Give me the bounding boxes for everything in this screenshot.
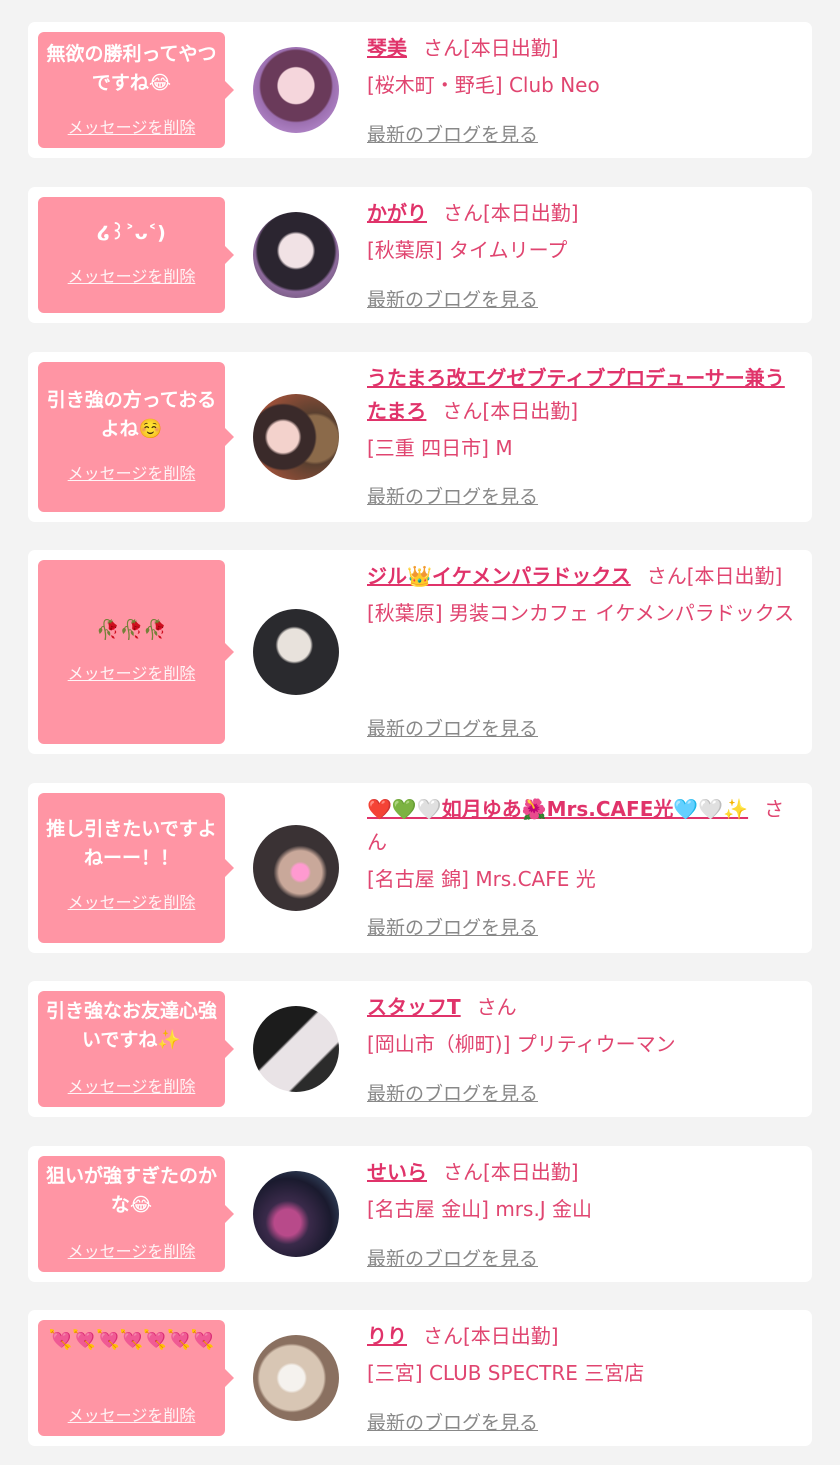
blog-link[interactable]: 最新のブログを見る [367, 285, 538, 312]
delete-message-link[interactable]: メッセージを削除 [38, 1238, 225, 1262]
shop-label: [三宮] CLUB SPECTRE 三宮店 [367, 1361, 645, 1385]
avatar[interactable] [253, 1006, 339, 1092]
cast-name-link[interactable]: スタッフT [367, 995, 461, 1019]
message-bubble: 💘💘💘💘💘💘💘 メッセージを削除 [38, 1320, 234, 1436]
delete-message-link[interactable]: メッセージを削除 [38, 114, 225, 138]
message-text: 推し引きたいですよねーー！！ [46, 818, 217, 869]
cast-info: せいら さん[本日出勤] [名古屋 金山] mrs.J 金山 [367, 1156, 798, 1226]
message-bubble: ໒꒱˃ᴗ˂) メッセージを削除 [38, 197, 234, 313]
cast-name-link[interactable]: ジル👑イケメンパラドックス [367, 564, 631, 588]
avatar[interactable] [253, 1171, 339, 1257]
cast-info: ❤️💚🤍如月ゆあ🌺Mrs.CAFE光🩵🤍✨ さん [名古屋 錦] Mrs.CAFE… [367, 793, 798, 896]
cast-status: さん [476, 995, 517, 1019]
shop-label: [名古屋 錦] Mrs.CAFE 光 [367, 867, 596, 891]
avatar[interactable] [253, 609, 339, 695]
blog-link[interactable]: 最新のブログを見る [367, 1408, 538, 1435]
message-card: 狙いが強すぎたのかな😂 メッセージを削除 せいら さん[本日出勤] [名古屋 金山… [28, 1146, 812, 1282]
message-bubble: 狙いが強すぎたのかな😂 メッセージを削除 [38, 1156, 234, 1272]
avatar[interactable] [253, 1335, 339, 1421]
shop-label: [岡山市（柳町)] プリティウーマン [367, 1032, 676, 1056]
message-card: 無欲の勝利ってやつですね😂 メッセージを削除 琴美 さん[本日出勤] [桜木町・野… [28, 22, 812, 158]
cast-info: 琴美 さん[本日出勤] [桜木町・野毛] Club Neo [367, 32, 798, 102]
cast-status: さん[本日出勤] [442, 399, 579, 423]
blog-link[interactable]: 最新のブログを見る [367, 913, 538, 940]
message-card: 💘💘💘💘💘💘💘 メッセージを削除 りり さん[本日出勤] [三宮] CLUB SP… [28, 1310, 812, 1446]
cast-status: さん[本日出勤] [443, 1160, 579, 1184]
message-text: 💘💘💘💘💘💘💘 [48, 1329, 215, 1351]
cast-status: さん[本日出勤] [423, 36, 559, 60]
delete-message-link[interactable]: メッセージを削除 [38, 1073, 225, 1097]
avatar[interactable] [253, 212, 339, 298]
message-bubble: 無欲の勝利ってやつですね😂 メッセージを削除 [38, 32, 234, 148]
cast-status: さん[本日出勤] [443, 201, 579, 225]
cast-name-link[interactable]: かがり [367, 201, 427, 225]
avatar[interactable] [253, 394, 339, 480]
message-card: 引き強の方っておるよね☺️ メッセージを削除 うたまろ改エグゼブティブプロデュー… [28, 352, 812, 522]
shop-label: [三重 四日市] M [367, 436, 513, 460]
shop-label: [秋葉原] タイムリープ [367, 238, 568, 262]
shop-label: [名古屋 金山] mrs.J 金山 [367, 1197, 593, 1221]
message-card: 推し引きたいですよねーー！！ メッセージを削除 ❤️💚🤍如月ゆあ🌺Mrs.CAF… [28, 783, 812, 953]
blog-link[interactable]: 最新のブログを見る [367, 482, 538, 509]
blog-link[interactable]: 最新のブログを見る [367, 1079, 538, 1106]
message-card: ໒꒱˃ᴗ˂) メッセージを削除 かがり さん[本日出勤] [秋葉原] タイムリープ… [28, 187, 812, 323]
cast-info: うたまろ改エグゼブティブプロデューサー兼うたまろ さん[本日出勤] [三重 四日市… [367, 362, 798, 465]
blog-link[interactable]: 最新のブログを見る [367, 714, 538, 741]
message-card: 🥀🥀🥀 メッセージを削除 ジル👑イケメンパラドックス さん[本日出勤] [秋葉原]… [28, 550, 812, 754]
message-text: 引き強なお友達心強いですね✨ [45, 1000, 217, 1051]
message-text: 🥀🥀🥀 [96, 619, 167, 641]
cast-info: りり さん[本日出勤] [三宮] CLUB SPECTRE 三宮店 [367, 1320, 798, 1390]
message-bubble: 引き強なお友達心強いですね✨ メッセージを削除 [38, 991, 234, 1107]
delete-message-link[interactable]: メッセージを削除 [38, 889, 225, 913]
cast-name-link[interactable]: りり [367, 1324, 407, 1348]
avatar[interactable] [253, 825, 339, 911]
delete-message-link[interactable]: メッセージを削除 [38, 460, 225, 484]
message-card: 引き強なお友達心強いですね✨ メッセージを削除 スタッフT さん [岡山市（柳町)… [28, 981, 812, 1117]
cast-name-link[interactable]: ❤️💚🤍如月ゆあ🌺Mrs.CAFE光🩵🤍✨ [367, 797, 748, 821]
message-text: ໒꒱˃ᴗ˂) [97, 222, 166, 244]
delete-message-link[interactable]: メッセージを削除 [38, 263, 225, 287]
cast-info: スタッフT さん [岡山市（柳町)] プリティウーマン [367, 991, 798, 1061]
avatar[interactable] [253, 47, 339, 133]
shop-label: [桜木町・野毛] Club Neo [367, 73, 600, 97]
cast-status: さん[本日出勤] [423, 1324, 559, 1348]
blog-link[interactable]: 最新のブログを見る [367, 1244, 538, 1271]
delete-message-link[interactable]: メッセージを削除 [38, 660, 225, 684]
message-bubble: 🥀🥀🥀 メッセージを削除 [38, 560, 234, 744]
message-text: 無欲の勝利ってやつですね😂 [46, 43, 217, 94]
blog-link[interactable]: 最新のブログを見る [367, 120, 538, 147]
cast-name-link[interactable]: 琴美 [367, 36, 407, 60]
delete-message-link[interactable]: メッセージを削除 [38, 1402, 225, 1426]
shop-label: [秋葉原] 男装コンカフェ イケメンパラドックス [367, 601, 795, 625]
message-bubble: 引き強の方っておるよね☺️ メッセージを削除 [38, 362, 234, 512]
message-text: 引き強の方っておるよね☺️ [46, 389, 217, 440]
cast-name-link[interactable]: せいら [367, 1160, 427, 1184]
message-text: 狙いが強すぎたのかな😂 [45, 1165, 217, 1216]
cast-info: かがり さん[本日出勤] [秋葉原] タイムリープ [367, 197, 798, 267]
cast-status: さん[本日出勤] [646, 564, 783, 588]
message-bubble: 推し引きたいですよねーー！！ メッセージを削除 [38, 793, 234, 943]
cast-info: ジル👑イケメンパラドックス さん[本日出勤] [秋葉原] 男装コンカフェ イケメン… [367, 560, 798, 630]
